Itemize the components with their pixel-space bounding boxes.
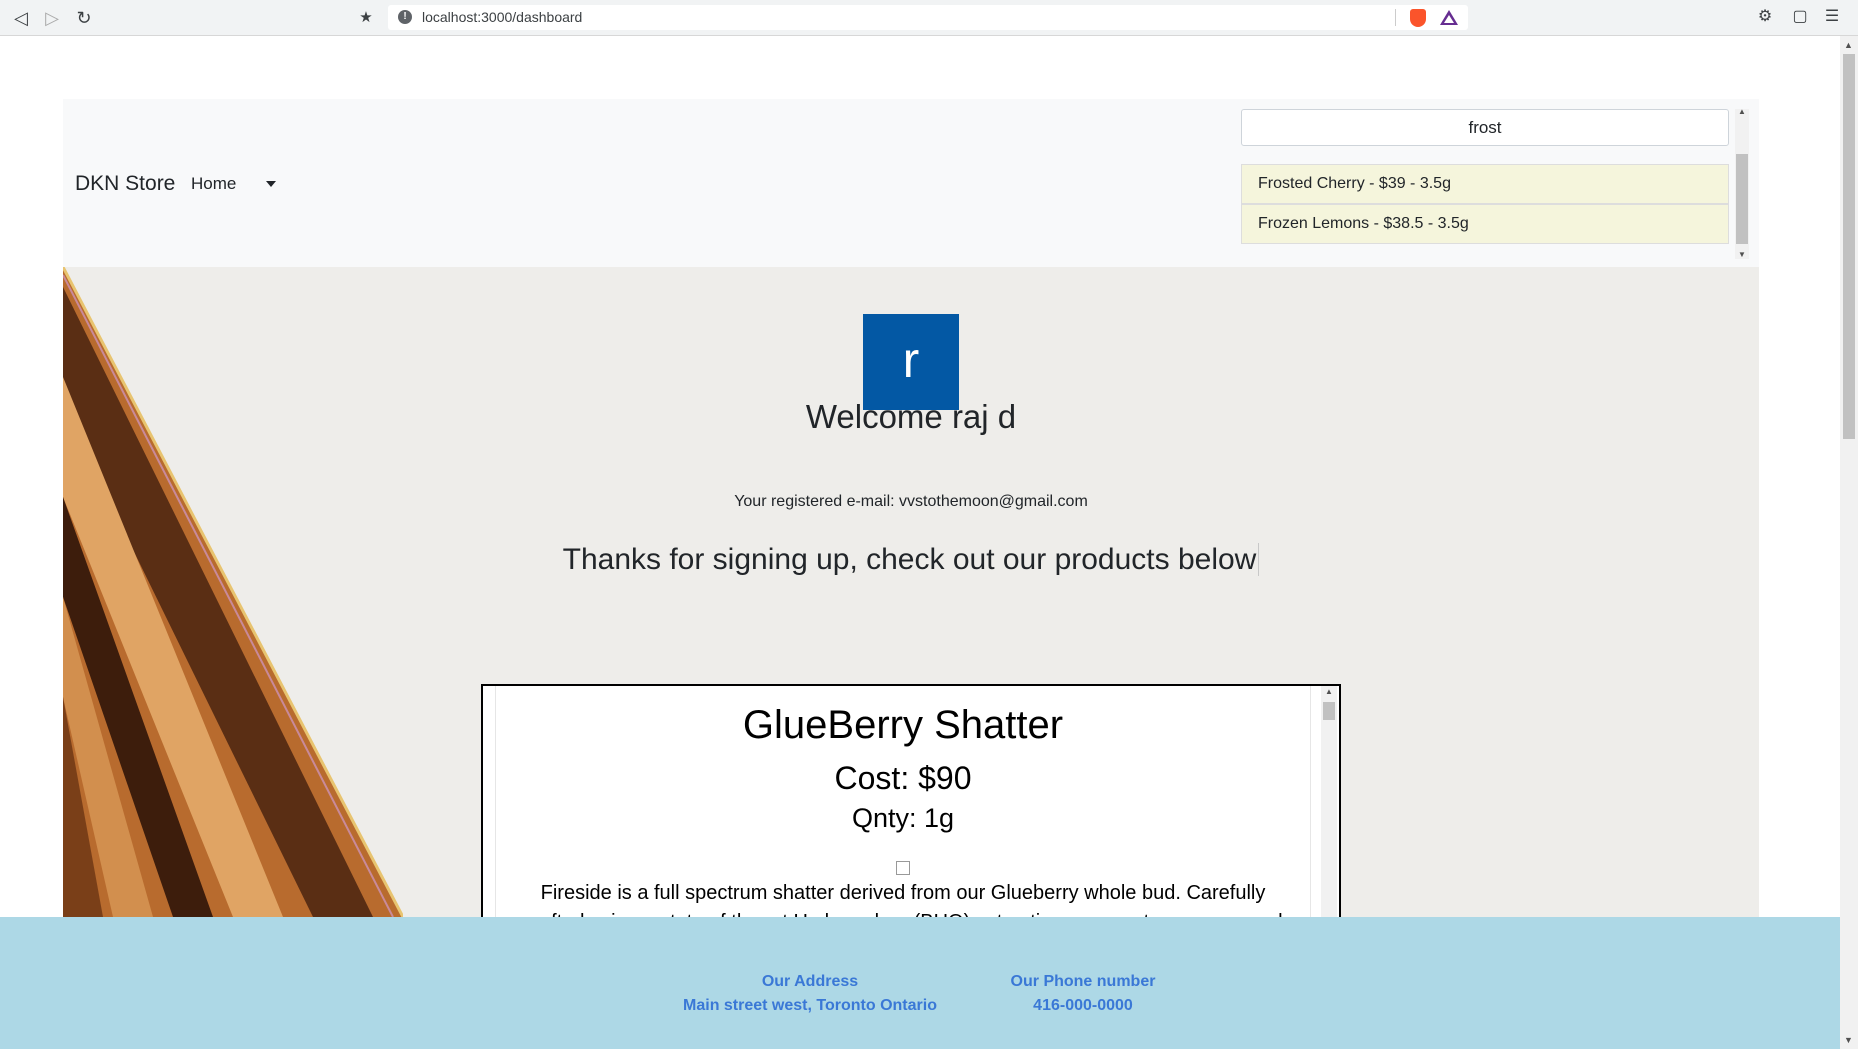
address-bar[interactable]: ! localhost:3000/dashboard [388, 5, 1468, 30]
menu-icon[interactable]: ☰ [1822, 7, 1842, 27]
product-name: GlueBerry Shatter [742, 703, 1064, 747]
search-result-item[interactable]: Frozen Lemons - $38.5 - 3.5g [1241, 204, 1729, 244]
scroll-down-icon[interactable]: ▼ [1844, 1035, 1853, 1045]
search-input[interactable] [1241, 109, 1729, 146]
wallet-icon[interactable]: ▢ [1790, 7, 1810, 27]
product-card-content: GlueBerry Shatter Cost: $90 Qnty: 1g Fir… [495, 686, 1311, 917]
thanks-heading: Thanks for signing up, check out our pro… [63, 543, 1759, 577]
scrollbar-thumb[interactable] [1736, 154, 1748, 244]
hero-section: r Welcome raj d Your registered e-mail: … [63, 267, 1759, 917]
browser-toolbar: ◁ ▷ ↻ ★ ! localhost:3000/dashboard ⚙ ▢ ☰ [0, 0, 1858, 36]
url-text: localhost:3000/dashboard [422, 9, 583, 25]
product-description: Fireside is a full spectrum shatter deri… [523, 882, 1282, 917]
phone-value: 416-000-0000 [1033, 997, 1133, 1014]
decorative-background-image [63, 267, 403, 917]
product-cost: Cost: $90 [834, 760, 972, 796]
scroll-up-icon[interactable]: ▲ [1844, 40, 1853, 50]
reload-icon[interactable]: ↻ [73, 7, 95, 29]
page-viewport: DKN Store Home Frosted Cherry - $39 - 3.… [0, 36, 1840, 1049]
phone-title: Our Phone number [1010, 973, 1156, 990]
product-card-scrollbar[interactable]: ▲ [1321, 686, 1337, 917]
bookmark-icon[interactable]: ★ [355, 7, 377, 29]
product-quantity: Qnty: 1g [851, 803, 955, 833]
scrollbar-thumb[interactable] [1843, 54, 1855, 439]
footer-address: Our Address Main street west, Toronto On… [660, 970, 960, 1018]
broken-image-icon [896, 861, 910, 875]
dropdown-caret-icon[interactable] [266, 181, 276, 187]
brave-shields-icon[interactable] [1410, 9, 1426, 27]
search-result-item[interactable]: Frosted Cherry - $39 - 3.5g [1241, 164, 1729, 204]
address-value: Main street west, Toronto Ontario [683, 997, 937, 1014]
scroll-up-icon[interactable]: ▲ [1738, 107, 1746, 116]
omnibox-divider [1395, 9, 1396, 26]
welcome-heading: Welcome raj d [805, 398, 1017, 435]
brand-link[interactable]: DKN Store [75, 172, 175, 196]
extensions-icon[interactable]: ⚙ [1755, 7, 1775, 27]
page-scrollbar[interactable]: ▲ ▼ [1840, 36, 1858, 1049]
scroll-up-icon[interactable]: ▲ [1325, 687, 1333, 696]
scroll-down-icon[interactable]: ▼ [1738, 250, 1746, 259]
forward-icon[interactable]: ▷ [41, 7, 63, 29]
footer: Our Address Main street west, Toronto On… [0, 917, 1840, 1049]
product-card[interactable]: GlueBerry Shatter Cost: $90 Qnty: 1g Fir… [481, 684, 1341, 917]
avatar: r [863, 314, 959, 410]
scrollbar-thumb[interactable] [1323, 702, 1335, 720]
site-info-icon[interactable]: ! [398, 10, 412, 24]
thanks-heading-text: Thanks for signing up, check out our pro… [562, 543, 1260, 576]
brave-rewards-icon[interactable] [1440, 10, 1458, 25]
results-scrollbar[interactable]: ▲ ▼ [1735, 107, 1749, 259]
address-title: Our Address [761, 973, 859, 990]
navbar: DKN Store Home Frosted Cherry - $39 - 3.… [63, 99, 1759, 267]
nav-home-link[interactable]: Home [191, 174, 236, 194]
search-dropdown: Frosted Cherry - $39 - 3.5g Frozen Lemon… [1241, 107, 1753, 259]
registered-email-text: Your registered e-mail: vvstothemoon@gma… [734, 493, 1088, 510]
footer-phone: Our Phone number 416-000-0000 [983, 970, 1183, 1018]
back-icon[interactable]: ◁ [10, 7, 32, 29]
